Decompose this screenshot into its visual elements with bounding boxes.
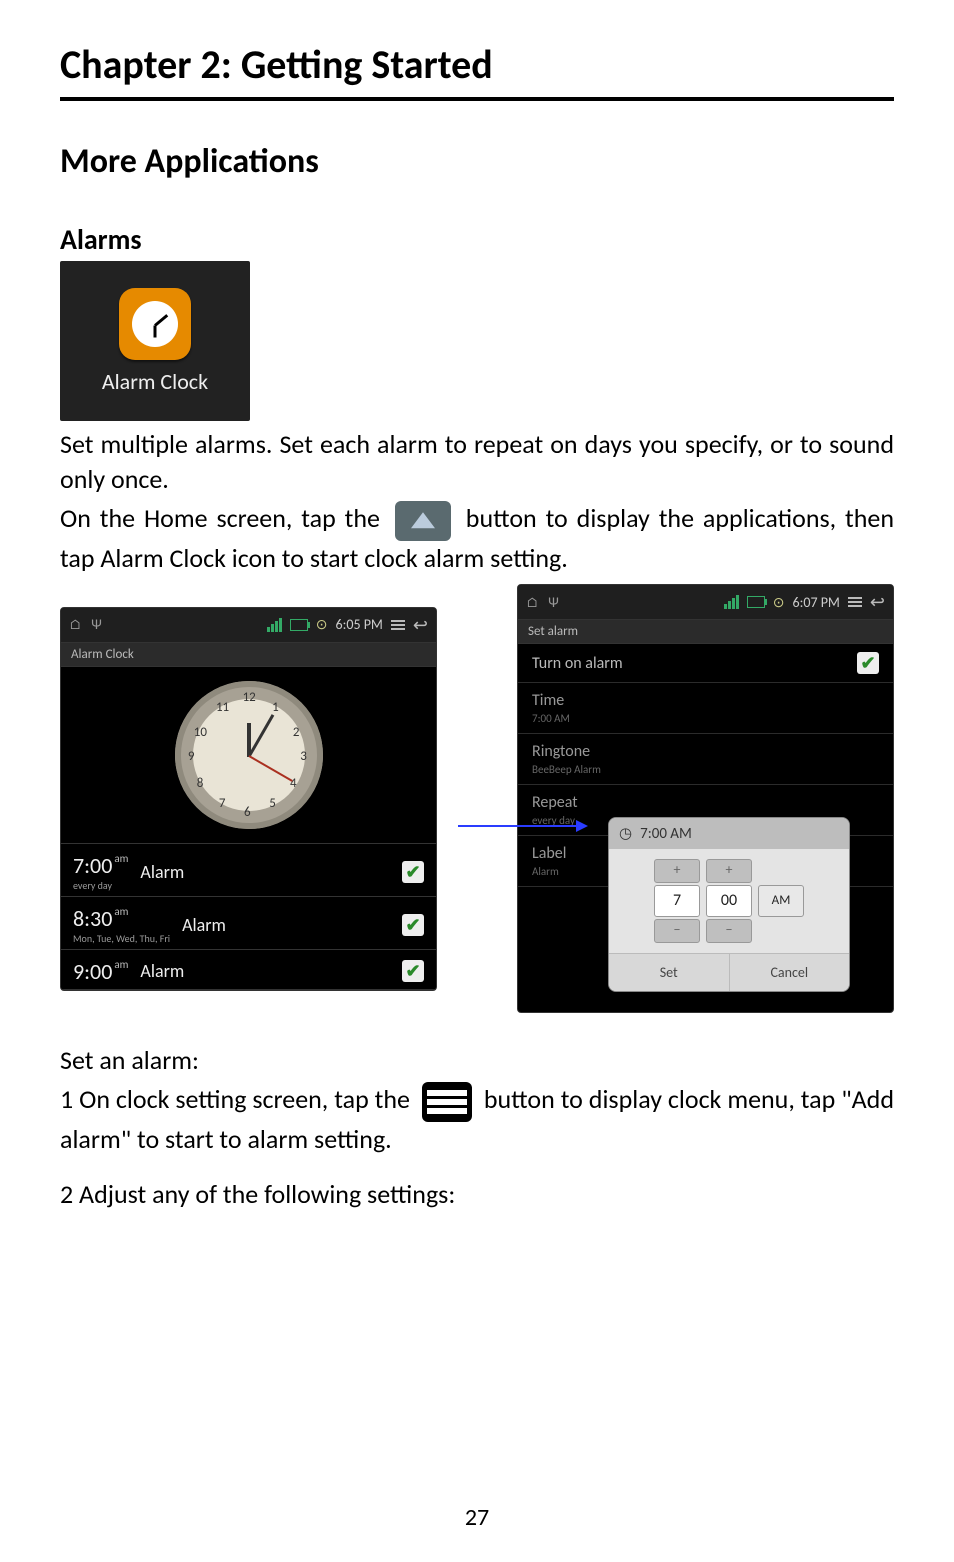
clock-num-4: 4 [290, 776, 297, 791]
home-icon: ⌂ [69, 616, 81, 633]
minute-up-button[interactable]: + [706, 859, 752, 883]
time-picker-dialog: ◷ 7:00 AM + 7 − + 00 − AM [608, 817, 850, 992]
row-ringtone[interactable]: Ringtone BeeBeep Alarm [518, 734, 893, 785]
step-2: 2 Adjust any of the following settings: [60, 1177, 894, 1212]
step-1: 1 On clock setting screen, tap the butto… [60, 1082, 894, 1157]
alarm-ampm: am [114, 958, 128, 971]
minute-value[interactable]: 00 [706, 885, 752, 917]
clock-num-3: 3 [300, 749, 307, 764]
clock-num-8: 8 [197, 776, 204, 791]
turn-on-checkbox[interactable]: ✔ [857, 652, 879, 674]
clock-icon [119, 288, 191, 360]
hour-up-button[interactable]: + [654, 859, 700, 883]
cancel-button[interactable]: Cancel [730, 954, 850, 991]
clock-num-9: 9 [188, 749, 195, 764]
set-alarm-heading: Set an alarm: [60, 1043, 894, 1078]
row-time[interactable]: Time 7:00 AM [518, 683, 893, 734]
para-open-a: On the Home screen, tap the [60, 502, 389, 534]
dialog-title: ◷ 7:00 AM [609, 818, 849, 849]
clock-num-6: 6 [244, 805, 251, 820]
minute-spinner[interactable]: + 00 − [706, 859, 752, 943]
analog-clock: 12 1 2 3 4 5 6 7 8 9 10 11 [61, 667, 436, 843]
hour-down-button[interactable]: − [654, 919, 700, 943]
alarm-row[interactable]: 8:30am Mon, Tue, Wed, Thu, Fri Alarm ✔ [61, 897, 436, 950]
alarm-label: Alarm [140, 861, 390, 883]
row-label: Ringtone [532, 742, 879, 761]
titlebar: Set alarm [518, 620, 893, 644]
screenshot-row: ⌂ Ψ ⊙ 6:05 PM ↩ Alarm Clock 12 1 2 [60, 584, 894, 1013]
back-icon: ↩ [413, 614, 428, 636]
battery-icon [290, 619, 308, 631]
dialog-title-text: 7:00 AM [640, 825, 692, 843]
screenshot-set-alarm: ⌂ Ψ ⊙ 6:07 PM ↩ Set alarm Turn on alarm … [517, 584, 894, 1013]
status-time: 6:07 PM [793, 594, 840, 611]
alarm-label: Alarm [182, 914, 390, 936]
clock-num-5: 5 [269, 796, 276, 811]
clock-num-10: 10 [194, 725, 207, 740]
status-time: 6:05 PM [336, 616, 383, 633]
step-1a: 1 On clock setting screen, tap the [60, 1084, 416, 1116]
clock-num-12: 12 [243, 690, 256, 705]
alarm-row[interactable]: 9:00am Alarm ✔ [61, 950, 436, 990]
menu-button-icon [422, 1082, 472, 1122]
screenshot-alarm-list: ⌂ Ψ ⊙ 6:05 PM ↩ Alarm Clock 12 1 2 [60, 607, 437, 991]
signal-icon [724, 595, 739, 609]
alarm-status-icon: ⊙ [773, 594, 785, 611]
alarm-time: 9:00 [73, 958, 112, 985]
para-open-app: On the Home screen, tap the button to di… [60, 501, 894, 576]
alarm-ampm: am [114, 852, 128, 865]
signal-icon [267, 618, 282, 632]
hour-value[interactable]: 7 [654, 885, 700, 917]
minute-down-button[interactable]: − [706, 919, 752, 943]
clock-num-11: 11 [216, 700, 229, 715]
alarm-clock-app-icon: Alarm Clock [60, 261, 250, 421]
alarm-list: 7:00am every day Alarm ✔ 8:30am Mon, Tue… [61, 843, 436, 990]
titlebar: Alarm Clock [61, 643, 436, 667]
row-label: Time [532, 691, 879, 710]
alarm-repeat: Mon, Tue, Wed, Thu, Fri [73, 932, 170, 945]
back-icon: ↩ [870, 591, 885, 613]
apps-button-icon [395, 501, 451, 541]
clock-small-icon: ◷ [619, 824, 632, 843]
alarm-row[interactable]: 7:00am every day Alarm ✔ [61, 844, 436, 897]
row-turn-on-alarm[interactable]: Turn on alarm ✔ [518, 644, 893, 683]
battery-icon [747, 596, 765, 608]
alarm-label: Alarm [140, 960, 390, 982]
ampm-toggle[interactable]: AM [758, 885, 804, 917]
set-button[interactable]: Set [609, 954, 730, 991]
alarm-status-icon: ⊙ [316, 616, 328, 633]
arrow-line [458, 825, 578, 827]
menu-icon [391, 620, 405, 630]
arrow-head-icon [576, 820, 588, 832]
alarm-repeat: every day [73, 879, 128, 892]
app-icon-label: Alarm Clock [102, 368, 208, 395]
alarm-time: 8:30 [73, 905, 112, 932]
alarm-ampm: am [114, 905, 128, 918]
status-bar: ⌂ Ψ ⊙ 6:05 PM ↩ [61, 608, 436, 643]
alarm-toggle-checkbox[interactable]: ✔ [402, 861, 424, 883]
menu-icon [848, 597, 862, 607]
row-value: BeeBeep Alarm [532, 763, 879, 776]
page-number: 27 [0, 1503, 954, 1532]
row-value: 7:00 AM [532, 712, 879, 725]
clock-num-1: 1 [272, 700, 279, 715]
row-label: Repeat [532, 793, 879, 812]
divider [60, 97, 894, 101]
hour-spinner[interactable]: + 7 − [654, 859, 700, 943]
home-icon: ⌂ [526, 594, 538, 611]
status-bar: ⌂ Ψ ⊙ 6:07 PM ↩ [518, 585, 893, 620]
alarm-toggle-checkbox[interactable]: ✔ [402, 914, 424, 936]
clock-num-7: 7 [219, 796, 226, 811]
row-label: Turn on alarm [532, 654, 857, 673]
subsection-alarms-title: Alarms [60, 222, 894, 257]
alarm-time: 7:00 [73, 852, 112, 879]
section-title: More Applications [60, 141, 894, 182]
clock-num-2: 2 [293, 725, 300, 740]
alarm-toggle-checkbox[interactable]: ✔ [402, 960, 424, 982]
usb-icon: Ψ [548, 594, 559, 611]
usb-icon: Ψ [91, 616, 102, 633]
para-intro: Set multiple alarms. Set each alarm to r… [60, 427, 894, 497]
chapter-title: Chapter 2: Getting Started [60, 40, 894, 89]
